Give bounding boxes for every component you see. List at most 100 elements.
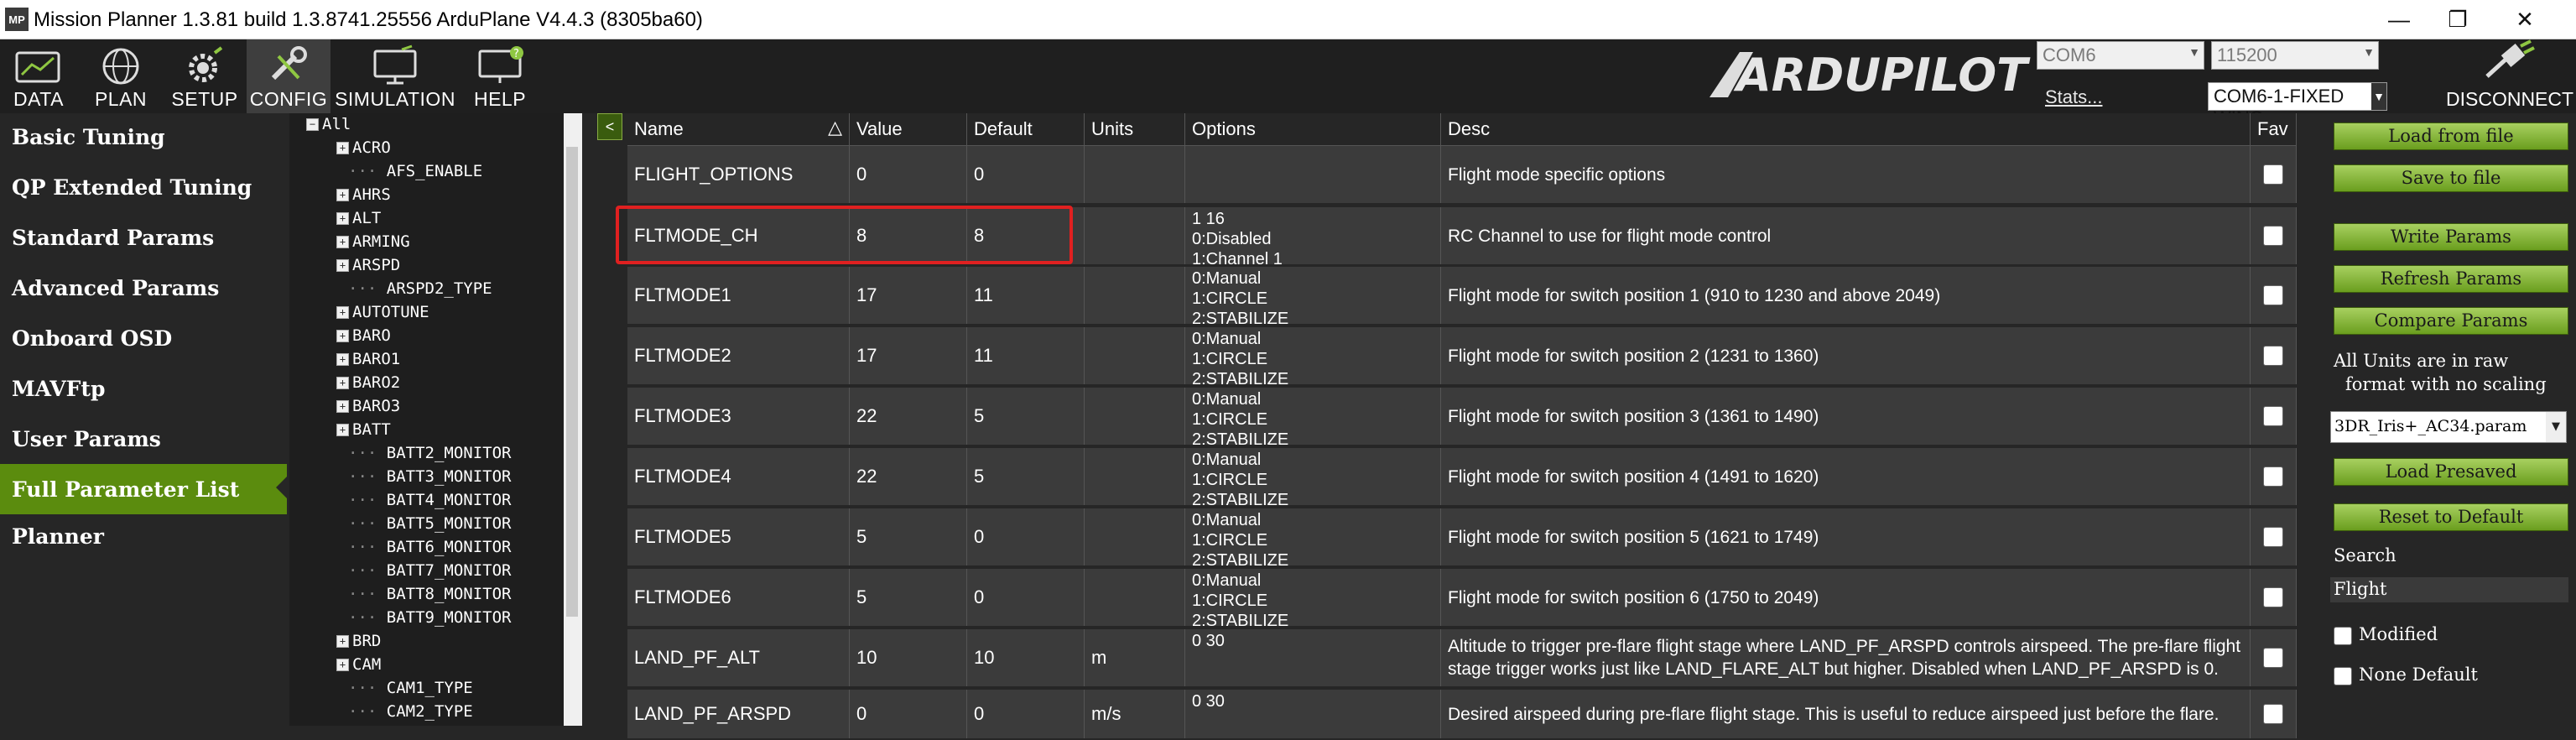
baud-select[interactable]: 115200 ▼ bbox=[2211, 41, 2379, 70]
nav-user-params[interactable]: User Params bbox=[0, 415, 277, 462]
favorite-checkbox[interactable] bbox=[2263, 164, 2283, 185]
tree-node[interactable]: + BARO2 bbox=[336, 373, 400, 397]
tree-node[interactable]: + BARO3 bbox=[336, 397, 400, 420]
table-row[interactable]: LAND_PF_ARSPD 0 0 m/s 0 30 Desired airspeed d… bbox=[627, 690, 2297, 740]
cell-value[interactable]: 22 bbox=[850, 448, 967, 505]
tree-node[interactable]: ··· ARSPD2_TYPE bbox=[348, 279, 492, 303]
expand-icon[interactable]: + bbox=[336, 377, 349, 389]
cell-value[interactable]: 17 bbox=[850, 327, 967, 384]
tree-node[interactable]: + ACRO bbox=[336, 138, 391, 162]
cell-value[interactable]: 0 bbox=[850, 690, 967, 738]
tree-node[interactable]: + AHRS bbox=[336, 185, 391, 209]
tree-node[interactable]: + BARO1 bbox=[336, 350, 400, 373]
cell-value[interactable]: 17 bbox=[850, 267, 967, 324]
expand-icon[interactable]: + bbox=[336, 659, 349, 671]
expand-icon[interactable]: + bbox=[336, 259, 349, 272]
minimize-icon[interactable]: — bbox=[2374, 5, 2424, 34]
collapse-icon[interactable]: − bbox=[306, 118, 319, 131]
cell-value[interactable]: 5 bbox=[850, 569, 967, 626]
cell-value[interactable]: 0 bbox=[850, 146, 967, 203]
cell-value[interactable]: 10 bbox=[850, 629, 967, 686]
tree-node[interactable]: ··· BATT2_MONITOR bbox=[348, 444, 511, 467]
tree-node[interactable]: + ALT bbox=[336, 209, 381, 232]
param-tree[interactable]: − All + ACRO ··· AFS_ENABLE + AHRS + ALT + ARMING +… bbox=[289, 113, 570, 726]
expand-icon[interactable]: + bbox=[336, 424, 349, 436]
expand-icon[interactable]: + bbox=[336, 330, 349, 342]
tree-node[interactable]: − All bbox=[306, 115, 351, 138]
vehicle-select[interactable]: COM6-1-FIXED WING▼ bbox=[2208, 82, 2387, 128]
close-icon[interactable]: ✕ bbox=[2500, 5, 2550, 34]
reset-to-default-button[interactable]: Reset to Default bbox=[2334, 503, 2568, 531]
expand-icon[interactable]: + bbox=[336, 142, 349, 154]
tree-node[interactable]: ··· AFS_ENABLE bbox=[348, 162, 482, 185]
column-header-name[interactable]: Name △ bbox=[627, 113, 850, 146]
tree-node[interactable]: ··· BATT7_MONITOR bbox=[348, 561, 511, 585]
cell-value[interactable]: 5 bbox=[850, 508, 967, 565]
maximize-icon[interactable]: ❐ bbox=[2433, 5, 2483, 34]
column-header-units[interactable]: Units bbox=[1085, 113, 1185, 146]
port-select[interactable]: COM6 ▼ bbox=[2037, 41, 2204, 70]
favorite-checkbox[interactable] bbox=[2263, 226, 2283, 246]
table-row[interactable]: FLTMODE5 5 0 0:Manual 1:CIRCLE 2:STABILIZE F… bbox=[627, 508, 2297, 567]
tree-node[interactable]: + BARO bbox=[336, 326, 391, 350]
favorite-checkbox[interactable] bbox=[2263, 466, 2283, 487]
favorite-checkbox[interactable] bbox=[2263, 648, 2283, 668]
refresh-params-button[interactable]: Refresh Params bbox=[2334, 265, 2568, 293]
nav-advanced-params[interactable]: Advanced Params bbox=[0, 264, 277, 311]
favorite-checkbox[interactable] bbox=[2263, 527, 2283, 547]
expand-icon[interactable]: + bbox=[336, 212, 349, 225]
column-header-desc[interactable]: Desc bbox=[1441, 113, 2251, 146]
tree-node[interactable]: ··· BATT8_MONITOR bbox=[348, 585, 511, 608]
expand-icon[interactable]: + bbox=[336, 236, 349, 248]
nav-onboard-osd[interactable]: Onboard OSD bbox=[0, 315, 277, 362]
table-row[interactable]: FLTMODE4 22 5 0:Manual 1:CIRCLE 2:STABILIZE… bbox=[627, 448, 2297, 507]
expand-icon[interactable]: + bbox=[336, 400, 349, 413]
tree-node[interactable]: + BATT bbox=[336, 420, 391, 444]
tree-node[interactable]: ··· BATT4_MONITOR bbox=[348, 491, 511, 514]
config-button[interactable]: CONFIG bbox=[247, 39, 330, 113]
table-row[interactable]: FLIGHT_OPTIONS 0 0 Flight mode specific opt… bbox=[627, 146, 2297, 205]
disconnect-button[interactable]: DISCONNECT bbox=[2446, 39, 2573, 110]
tree-node[interactable]: ··· BATT3_MONITOR bbox=[348, 467, 511, 491]
setup-button[interactable]: SETUP bbox=[164, 39, 245, 113]
column-header-default[interactable]: Default bbox=[967, 113, 1085, 146]
preset-file-select[interactable]: 3DR_Iris+_AC34.param ▼ bbox=[2330, 411, 2567, 443]
save-to-file-button[interactable]: Save to file bbox=[2334, 164, 2568, 192]
tree-node[interactable]: + AUTOTUNE bbox=[336, 303, 429, 326]
nav-full-parameter-list[interactable]: Full Parameter List bbox=[0, 464, 288, 514]
favorite-checkbox[interactable] bbox=[2263, 704, 2283, 724]
column-header-value[interactable]: Value bbox=[850, 113, 967, 146]
none-default-check-box[interactable] bbox=[2334, 666, 2352, 685]
cell-value[interactable]: 22 bbox=[850, 388, 967, 445]
tree-node[interactable]: ··· BATT6_MONITOR bbox=[348, 538, 511, 561]
data-button[interactable]: DATA bbox=[0, 39, 77, 113]
tree-scrollbar[interactable] bbox=[564, 113, 582, 726]
simulation-button[interactable]: SIMULATION bbox=[334, 39, 456, 113]
table-row[interactable]: FLTMODE1 17 11 0:Manual 1:CIRCLE 2:STABILIZ… bbox=[627, 267, 2297, 326]
write-params-button[interactable]: Write Params bbox=[2334, 223, 2568, 251]
load-presaved-button[interactable]: Load Presaved bbox=[2334, 458, 2568, 486]
table-row[interactable]: FLTMODE2 17 11 0:Manual 1:CIRCLE 2:STABILIZ… bbox=[627, 327, 2297, 386]
tree-node[interactable]: + ARMING bbox=[336, 232, 410, 256]
favorite-checkbox[interactable] bbox=[2263, 406, 2283, 426]
column-header-options[interactable]: Options bbox=[1185, 113, 1441, 146]
tree-node[interactable]: ··· CAM1_TYPE bbox=[348, 679, 473, 702]
tree-node[interactable]: + ARSPD bbox=[336, 256, 400, 279]
expand-icon[interactable]: + bbox=[336, 353, 349, 366]
nav-planner[interactable]: Planner bbox=[0, 513, 277, 560]
none-default-checkbox[interactable]: None Default bbox=[2334, 664, 2478, 685]
plan-button[interactable]: PLAN bbox=[79, 39, 163, 113]
help-button[interactable]: ? HELP bbox=[460, 39, 540, 113]
table-row[interactable]: FLTMODE6 5 0 0:Manual 1:CIRCLE 2:STABILIZE F… bbox=[627, 569, 2297, 628]
tree-node[interactable]: ··· BATT5_MONITOR bbox=[348, 514, 511, 538]
expand-icon[interactable]: + bbox=[336, 635, 349, 648]
tree-node[interactable]: + BRD bbox=[336, 632, 381, 655]
nav-qp-extended-tuning[interactable]: QP Extended Tuning bbox=[0, 164, 277, 211]
column-header-fav[interactable]: Fav bbox=[2251, 113, 2297, 146]
favorite-checkbox[interactable] bbox=[2263, 587, 2283, 607]
expand-icon[interactable]: + bbox=[336, 306, 349, 319]
nav-standard-params[interactable]: Standard Params bbox=[0, 214, 277, 261]
modified-checkbox[interactable]: Modified bbox=[2334, 624, 2438, 645]
expand-icon[interactable]: + bbox=[336, 189, 349, 201]
tree-node[interactable]: + CAM bbox=[336, 655, 381, 679]
